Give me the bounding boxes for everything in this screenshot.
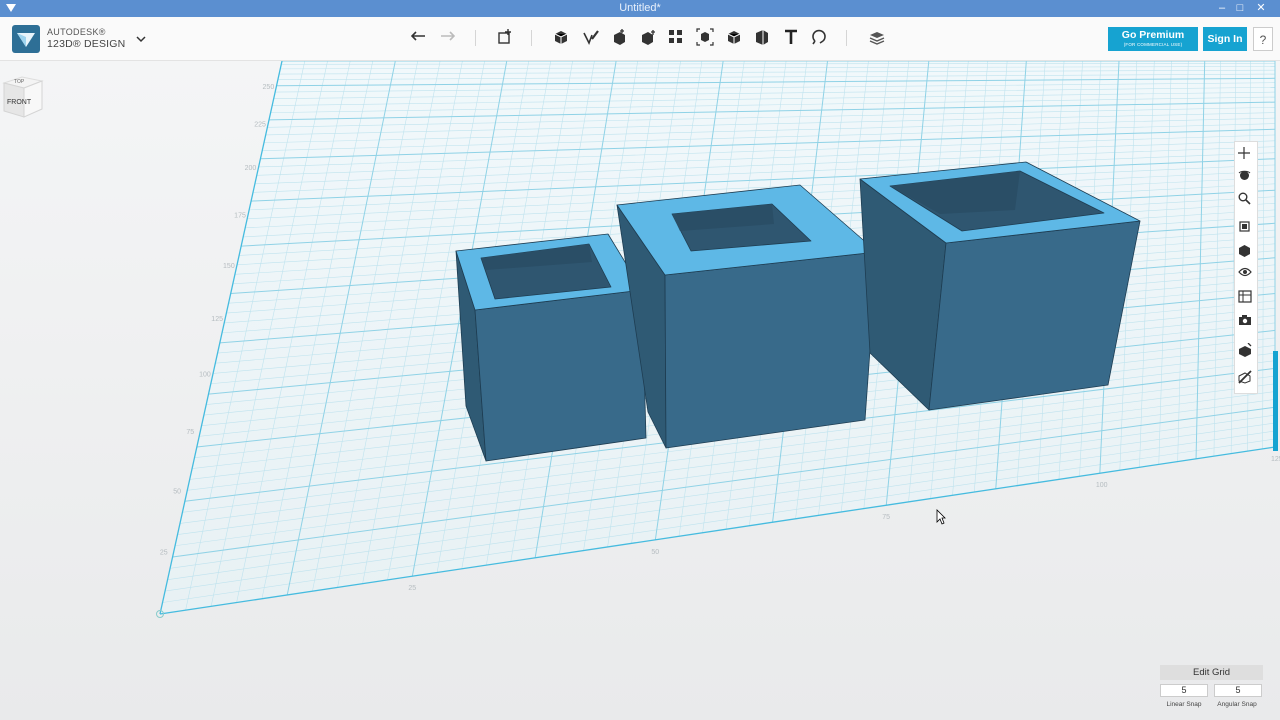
sign-in-button[interactable]: Sign In (1203, 27, 1247, 51)
materials-outline-icon (1238, 290, 1252, 303)
angular-snap-label: Angular Snap (1217, 701, 1257, 708)
redo-button[interactable] (436, 26, 458, 48)
main-toolbar: AUTODESK® 123D® DESIGN Go Premium (FOR C… (0, 17, 1280, 61)
linear-snap-label: Linear Snap (1166, 701, 1202, 708)
primitives-button[interactable] (550, 26, 572, 48)
linear-snap-input[interactable]: 5 (1160, 684, 1208, 697)
toolbar-separator (846, 30, 847, 46)
screenshot-button[interactable] (1238, 314, 1255, 331)
views-button[interactable] (1238, 244, 1255, 261)
fit-icon (1239, 221, 1250, 232)
help-button[interactable]: ? (1253, 27, 1273, 51)
premium-sublabel: (FOR COMMERCIAL USE) (1123, 42, 1183, 47)
y-tick-label: 25 (160, 549, 168, 556)
transform-button[interactable] (494, 26, 516, 48)
text-button[interactable] (780, 26, 802, 48)
materials-outline-button[interactable] (1238, 290, 1255, 307)
window-title-bar: Untitled* – □ ✕ (0, 0, 1280, 17)
screenshot-icon (1239, 315, 1251, 325)
mouse-cursor-icon (936, 509, 946, 525)
sketch-button[interactable] (580, 26, 602, 48)
undo-icon (411, 31, 425, 41)
visibility-button[interactable] (1238, 267, 1255, 284)
snap-button[interactable] (808, 26, 830, 48)
edit-grid-button[interactable]: Edit Grid (1160, 665, 1263, 680)
zoom-button[interactable] (1238, 192, 1255, 209)
views-icon (1239, 245, 1250, 257)
window-title: Untitled* (619, 2, 661, 14)
modify-icon (642, 30, 655, 45)
viewcube-front-label[interactable]: FRONT (7, 99, 32, 106)
redo-icon (441, 31, 455, 41)
edit-button[interactable] (1238, 370, 1255, 387)
undo-button[interactable] (408, 26, 430, 48)
close-button[interactable]: ✕ (1250, 0, 1272, 17)
3d-viewport[interactable]: 25 50 75 100 125 25 50 75 100 125 150 175 200 225 250 (0, 61, 1280, 720)
y-tick-label: 200 (245, 165, 257, 172)
modify-button[interactable] (637, 26, 659, 48)
combine-icon (727, 31, 741, 44)
scene-canvas[interactable]: 25 50 75 100 125 25 50 75 100 125 150 175 200 225 250 (0, 61, 1280, 720)
viewcube-top-label[interactable]: TOP (14, 79, 25, 85)
pattern-button[interactable] (665, 26, 687, 48)
side-panel-toggle[interactable] (1273, 351, 1278, 451)
x-tick-label: 50 (651, 549, 659, 556)
y-tick-label: 50 (173, 488, 181, 495)
maximize-button[interactable]: □ (1229, 0, 1251, 17)
chevron-down-icon[interactable] (134, 33, 148, 45)
measure-icon (756, 30, 768, 45)
box-medium[interactable] (616, 184, 878, 449)
snap-grid-icon (1239, 343, 1252, 357)
snap-grid-button[interactable] (1238, 343, 1255, 360)
construct-icon (614, 29, 625, 45)
primitives-icon (554, 31, 568, 44)
brand-product: 123D® DESIGN (47, 38, 126, 50)
pan-icon (1238, 147, 1250, 159)
grouping-icon (696, 28, 714, 46)
view-cube[interactable]: TOP FRONT (0, 71, 46, 119)
pan-button[interactable] (1238, 147, 1255, 164)
go-premium-button[interactable]: Go Premium (FOR COMMERCIAL USE) (1108, 27, 1198, 51)
navigation-bar (1234, 141, 1258, 394)
brand-company: AUTODESK® (47, 27, 106, 37)
toolbar-separator (475, 30, 476, 46)
zoom-icon (1238, 192, 1251, 205)
material-button[interactable] (866, 26, 888, 48)
x-tick-label: 100 (1096, 482, 1108, 489)
fit-button[interactable] (1238, 220, 1255, 237)
y-tick-label: 175 (234, 212, 246, 219)
grouping-button[interactable] (694, 26, 716, 48)
measure-button[interactable] (751, 26, 773, 48)
pattern-icon (669, 30, 682, 43)
orbit-button[interactable] (1238, 169, 1255, 186)
combine-button[interactable] (723, 26, 745, 48)
y-tick-label: 100 (199, 371, 211, 378)
edit-icon (1238, 370, 1252, 384)
toolbar-separator (531, 30, 532, 46)
visibility-icon (1238, 267, 1252, 277)
autodesk-logo-icon (12, 25, 40, 53)
material-icon (869, 32, 885, 45)
transform-icon (498, 29, 511, 44)
y-tick-label: 75 (186, 429, 194, 436)
x-tick-label: 75 (882, 514, 890, 521)
x-tick-label: 125 (1271, 456, 1280, 463)
angular-snap-input[interactable]: 5 (1214, 684, 1262, 697)
y-tick-label: 125 (211, 316, 223, 323)
construct-button[interactable] (608, 26, 630, 48)
sketch-icon (583, 30, 599, 45)
text-icon (785, 29, 797, 44)
y-tick-label: 150 (223, 263, 235, 270)
y-tick-label: 250 (263, 84, 275, 91)
premium-label: Go Premium (1121, 29, 1185, 41)
orbit-icon (1238, 170, 1251, 180)
x-tick-label: 25 (408, 585, 416, 592)
box-small[interactable] (455, 233, 647, 462)
y-tick-label: 225 (254, 122, 266, 129)
snap-icon (812, 29, 826, 45)
box-large[interactable] (859, 161, 1141, 411)
